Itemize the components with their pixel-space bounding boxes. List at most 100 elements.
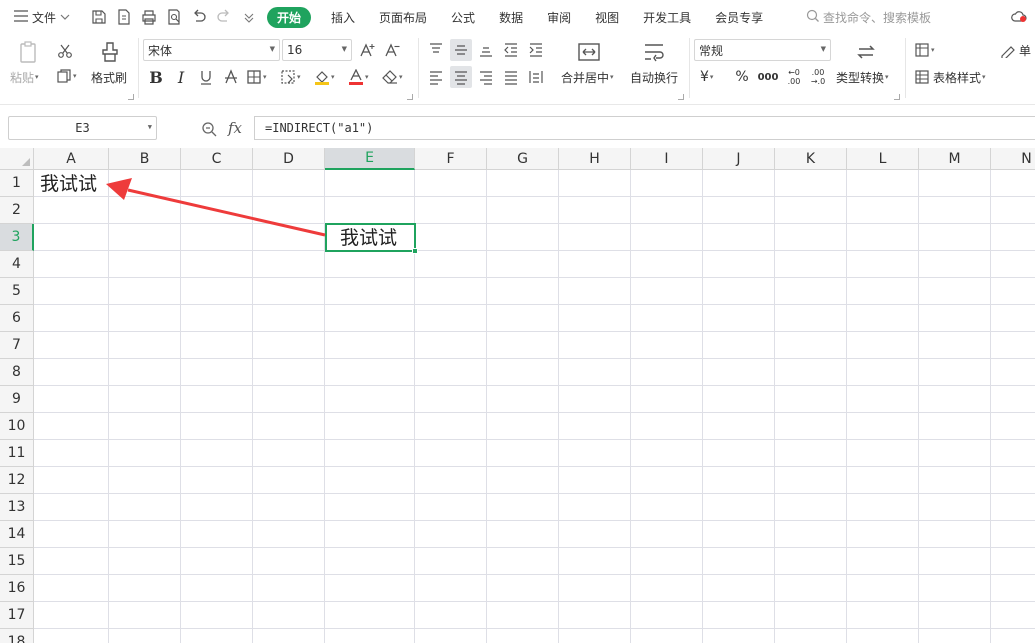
clipboard-group-expander[interactable] (128, 94, 134, 100)
column-header-a[interactable]: A (34, 148, 109, 170)
fx-icon[interactable]: fx (228, 119, 242, 137)
file-menu-button[interactable]: 文件 (0, 0, 86, 34)
export-pdf-icon[interactable] (111, 0, 136, 34)
column-header-e[interactable]: E (325, 148, 415, 170)
row-header-2[interactable]: 2 (0, 197, 34, 224)
column-header-h[interactable]: H (559, 148, 631, 170)
cell-a1[interactable]: 我试试 (40, 171, 97, 198)
currency-button[interactable]: ¥ ▾ (700, 67, 713, 87)
italic-icon[interactable]: I (172, 67, 190, 87)
select-all-corner[interactable] (0, 148, 34, 170)
tab-home[interactable]: 开始 (267, 6, 312, 28)
save-icon[interactable] (86, 0, 111, 34)
justify-icon[interactable] (501, 67, 521, 87)
column-header-j[interactable]: J (703, 148, 775, 170)
align-bottom-icon[interactable] (476, 40, 496, 60)
type-convert-icon[interactable] (852, 39, 880, 65)
cloud-status[interactable] (1010, 0, 1028, 34)
fill-handle[interactable] (412, 248, 418, 254)
fill-color-icon[interactable]: ▾ (314, 67, 335, 87)
align-middle-icon[interactable] (450, 39, 472, 61)
wrap-text-icon[interactable] (640, 39, 668, 65)
distributed-icon[interactable] (526, 67, 546, 87)
font-size-select[interactable]: 16 ▼ (282, 39, 352, 61)
redo-icon[interactable] (211, 0, 236, 34)
paste-icon[interactable] (14, 38, 42, 66)
row-header-9[interactable]: 9 (0, 386, 34, 413)
increase-indent-icon[interactable] (526, 40, 546, 60)
column-header-m[interactable]: M (919, 148, 991, 170)
bold-icon[interactable]: B (147, 67, 165, 87)
column-header-c[interactable]: C (181, 148, 253, 170)
increase-decimal-button[interactable]: ←0 .00 (783, 64, 805, 90)
align-right-icon[interactable] (476, 67, 496, 87)
column-header-i[interactable]: I (631, 148, 703, 170)
fill-pattern-icon[interactable]: ▾ (280, 67, 301, 87)
column-header-b[interactable]: B (109, 148, 181, 170)
customize-toolbar-icon[interactable] (236, 0, 261, 34)
row-header-18[interactable]: 18 (0, 629, 34, 643)
merge-center-button[interactable]: 合并居中 ▾ (561, 68, 614, 86)
row-header-4[interactable]: 4 (0, 251, 34, 278)
column-header-f[interactable]: F (415, 148, 487, 170)
merge-center-icon[interactable] (575, 39, 603, 65)
row-header-10[interactable]: 10 (0, 413, 34, 440)
align-center-icon[interactable] (450, 66, 472, 88)
font-group-expander[interactable] (407, 94, 413, 100)
cut-icon[interactable] (54, 40, 76, 62)
font-color-icon[interactable]: ▾ (348, 67, 369, 87)
row-header-15[interactable]: 15 (0, 548, 34, 575)
column-header-n[interactable]: N (991, 148, 1035, 170)
worksheet-grid[interactable]: ABCDEFGHIJKLMN 1 2 3 4 5 6 7 8 9 10 11 12 13 14 15 16 17… (0, 148, 1035, 643)
underline-icon[interactable] (196, 67, 216, 87)
tab-review[interactable]: 审阅 (535, 0, 583, 34)
row-header-12[interactable]: 12 (0, 467, 34, 494)
increase-font-icon[interactable] (358, 40, 378, 60)
thousands-button[interactable]: 000 (757, 67, 779, 87)
decrease-decimal-button[interactable]: .00 →.0 (807, 64, 829, 90)
align-left-icon[interactable] (426, 67, 446, 87)
row-header-11[interactable]: 11 (0, 440, 34, 467)
tab-view[interactable]: 视图 (583, 0, 631, 34)
print-preview-icon[interactable] (161, 0, 186, 34)
row-header-6[interactable]: 6 (0, 305, 34, 332)
font-name-select[interactable]: 宋体 ▼ (143, 39, 280, 61)
number-group-expander[interactable] (894, 94, 900, 100)
row-header-16[interactable]: 16 (0, 575, 34, 602)
align-top-icon[interactable] (426, 40, 446, 60)
tab-page-layout[interactable]: 页面布局 (367, 0, 439, 34)
column-header-g[interactable]: G (487, 148, 559, 170)
row-header-14[interactable]: 14 (0, 521, 34, 548)
decrease-font-icon[interactable] (383, 40, 403, 60)
conditional-format-icon[interactable]: ▾ (914, 40, 935, 60)
type-convert-button[interactable]: 类型转换 ▾ (836, 68, 889, 86)
strikethrough-icon[interactable] (221, 67, 241, 87)
format-painter-label[interactable]: 格式刷 (91, 68, 127, 86)
borders-icon[interactable]: ▾ (246, 67, 267, 87)
column-header-k[interactable]: K (775, 148, 847, 170)
alignment-group-expander[interactable] (678, 94, 684, 100)
print-icon[interactable] (136, 0, 161, 34)
tab-developer[interactable]: 开发工具 (631, 0, 703, 34)
table-style-button[interactable]: 表格样式 ▾ (914, 67, 986, 87)
undo-icon[interactable] (186, 0, 211, 34)
row-header-5[interactable]: 5 (0, 278, 34, 305)
tab-member[interactable]: 会员专享 (703, 0, 775, 34)
row-header-7[interactable]: 7 (0, 332, 34, 359)
column-header-l[interactable]: L (847, 148, 919, 170)
paste-button[interactable]: 粘贴 ▾ (10, 68, 39, 86)
zoom-icon[interactable] (201, 121, 217, 141)
row-header-1[interactable]: 1 (0, 170, 34, 197)
command-search[interactable]: 查找命令、搜索模板 (806, 0, 931, 34)
copy-icon[interactable]: ▾ (56, 66, 77, 86)
tab-insert[interactable]: 插入 (319, 0, 367, 34)
row-header-3[interactable]: 3 (0, 224, 34, 251)
name-box[interactable]: E3 ▼ (8, 116, 157, 140)
row-header-17[interactable]: 17 (0, 602, 34, 629)
row-header-13[interactable]: 13 (0, 494, 34, 521)
clear-format-icon[interactable]: ▾ (382, 67, 403, 87)
tab-formulas[interactable]: 公式 (439, 0, 487, 34)
row-header-8[interactable]: 8 (0, 359, 34, 386)
column-header-d[interactable]: D (253, 148, 325, 170)
tab-data[interactable]: 数据 (487, 0, 535, 34)
